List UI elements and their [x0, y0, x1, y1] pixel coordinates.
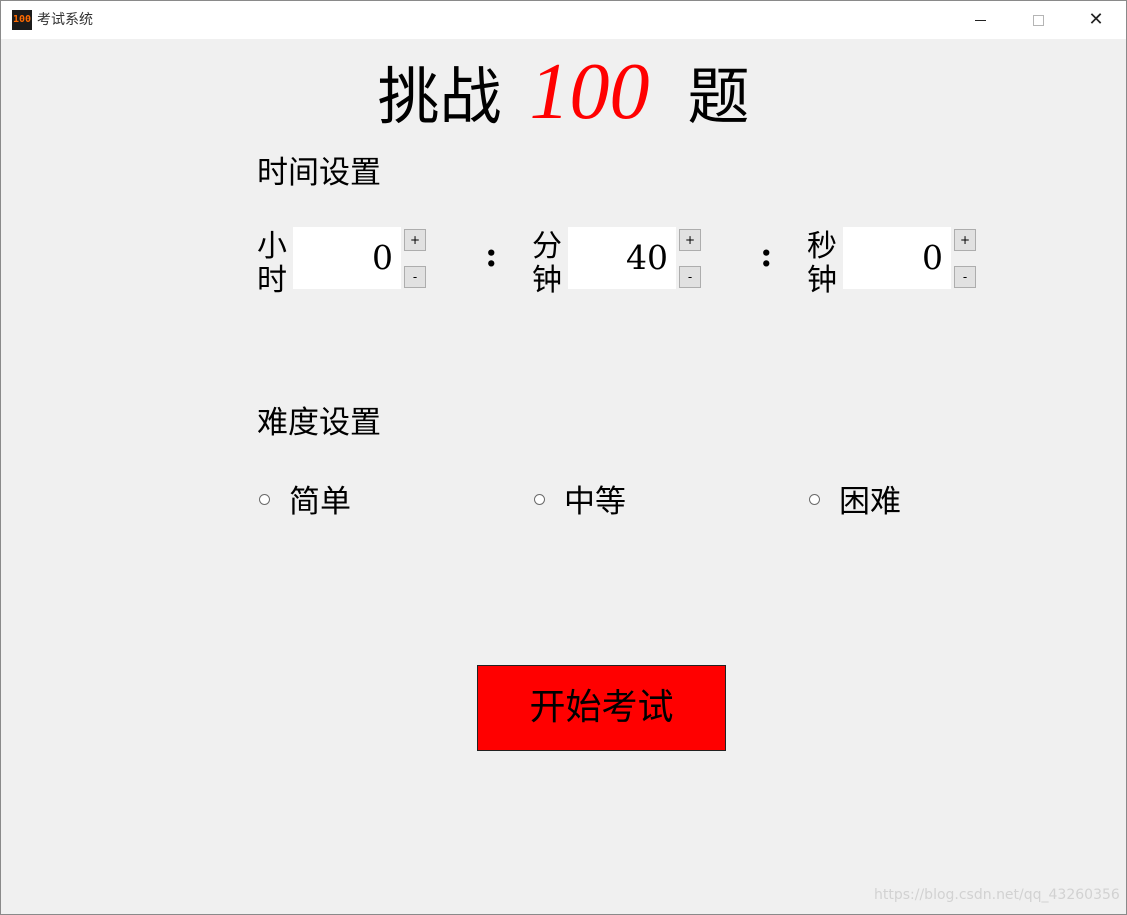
page-title: 挑战 100 题 [1, 47, 1126, 142]
title-suffix: 题 [687, 60, 750, 133]
maximize-icon [1032, 14, 1044, 26]
hours-label: 小时 [257, 229, 287, 298]
radio-medium[interactable] [534, 494, 545, 505]
radio-easy[interactable] [259, 494, 270, 505]
seconds-label: 秒钟 [807, 229, 837, 298]
seconds-decrement-button[interactable]: - [954, 266, 976, 288]
seconds-input[interactable]: 0 [843, 227, 951, 289]
difficulty-option-label: 困难 [839, 484, 901, 520]
minutes-label: 分钟 [532, 229, 562, 298]
minutes-increment-button[interactable]: + [679, 229, 701, 251]
time-settings-label: 时间设置 [257, 155, 381, 191]
hours-increment-button[interactable]: + [404, 229, 426, 251]
app-window: 100 考试系统 ✕ 挑战 100 题 时间设置 小时 0 + - : 分钟 40 … [0, 0, 1127, 915]
close-button[interactable]: ✕ [1067, 1, 1125, 39]
difficulty-option-label: 中等 [564, 484, 626, 520]
difficulty-option-label: 简单 [289, 484, 351, 520]
watermark: https://blog.csdn.net/qq_43260356 [874, 887, 1120, 903]
title-number: 100 [529, 48, 650, 136]
close-icon: ✕ [1088, 9, 1104, 30]
app-logo-text: 100 [12, 14, 32, 25]
difficulty-settings-label: 难度设置 [257, 405, 381, 441]
hours-input[interactable]: 0 [293, 227, 401, 289]
seconds-increment-button[interactable]: + [954, 229, 976, 251]
app-logo-icon: 100 [12, 10, 32, 30]
time-separator-1: : [485, 235, 498, 275]
maximize-button[interactable] [1009, 1, 1067, 39]
hours-decrement-button[interactable]: - [404, 266, 426, 288]
minimize-icon [974, 19, 986, 21]
time-separator-2: : [760, 235, 773, 275]
title-bar[interactable]: 100 考试系统 ✕ [1, 1, 1126, 39]
minimize-button[interactable] [951, 1, 1009, 39]
start-exam-button[interactable]: 开始考试 [477, 665, 726, 751]
minutes-input[interactable]: 40 [568, 227, 676, 289]
window-title: 考试系统 [37, 12, 93, 28]
minutes-decrement-button[interactable]: - [679, 266, 701, 288]
radio-hard[interactable] [809, 494, 820, 505]
title-prefix: 挑战 [377, 60, 502, 133]
